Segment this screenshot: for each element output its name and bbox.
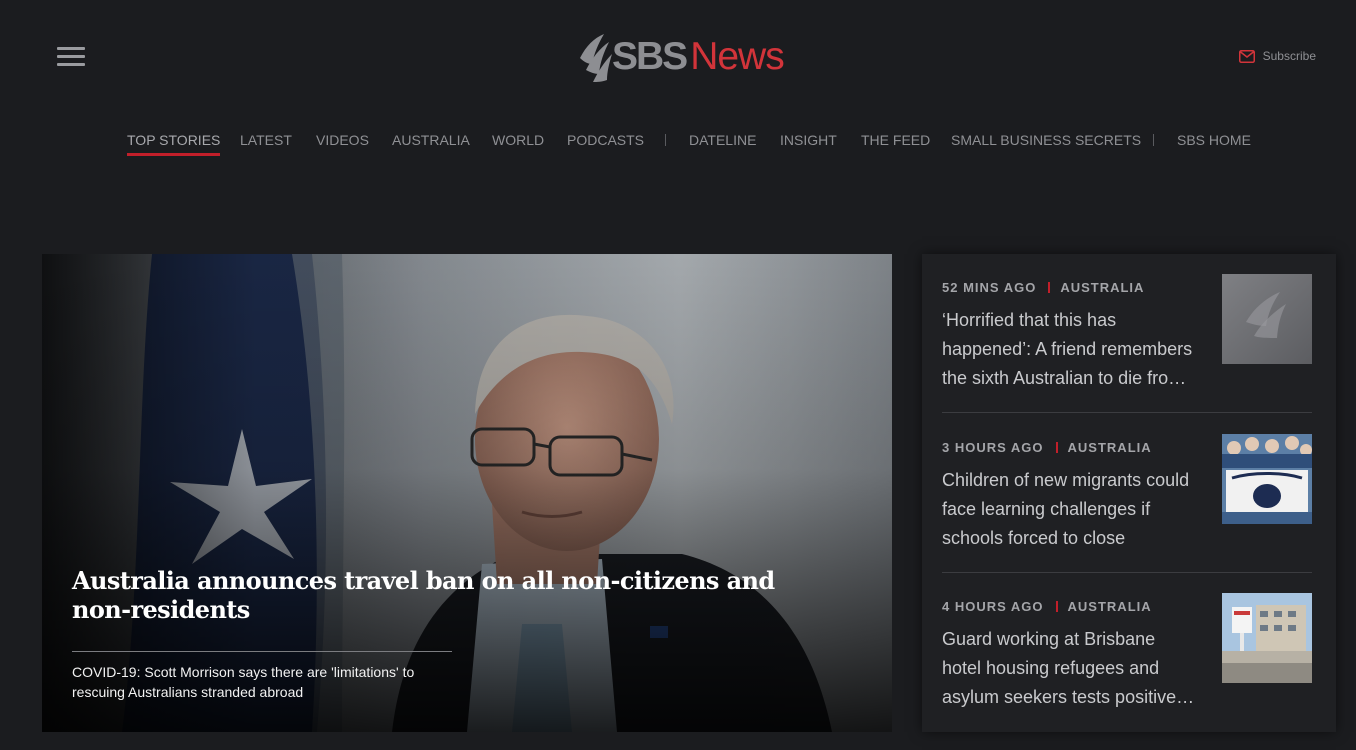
story-meta: 3 HOURS AGO AUSTRALIA bbox=[942, 440, 1152, 455]
sidebar-story[interactable]: 4 HOURS AGO AUSTRALIA Guard working at B… bbox=[942, 573, 1312, 713]
nav-podcasts[interactable]: PODCASTS bbox=[567, 132, 644, 148]
subscribe-link[interactable]: Subscribe bbox=[1238, 49, 1316, 63]
nav-divider bbox=[665, 134, 666, 146]
sidebar-story[interactable]: 52 MINS AGO AUSTRALIA ‘Horrified that th… bbox=[942, 254, 1312, 394]
subscribe-label: Subscribe bbox=[1262, 49, 1316, 63]
meta-divider bbox=[1048, 282, 1051, 293]
brand-sbs: SBS bbox=[612, 35, 688, 78]
story-divider bbox=[942, 412, 1312, 413]
story-time: 52 MINS AGO bbox=[942, 280, 1037, 295]
story-category[interactable]: AUSTRALIA bbox=[1060, 280, 1144, 295]
nav-small-business-secrets[interactable]: SMALL BUSINESS SECRETS bbox=[951, 132, 1141, 148]
story-thumbnail bbox=[1222, 434, 1312, 524]
hero-divider bbox=[72, 651, 452, 652]
story-thumbnail bbox=[1222, 274, 1312, 364]
story-time: 3 HOURS AGO bbox=[942, 440, 1044, 455]
story-category[interactable]: AUSTRALIA bbox=[1068, 599, 1152, 614]
sbs-news-logo[interactable]: SBS News bbox=[578, 30, 785, 84]
nav-dateline[interactable]: DATELINE bbox=[689, 132, 756, 148]
sidebar-story[interactable]: 3 HOURS AGO AUSTRALIA Children of new mi… bbox=[942, 414, 1312, 554]
brand-news: News bbox=[690, 35, 785, 78]
mail-icon bbox=[1238, 49, 1255, 63]
menu-line bbox=[57, 55, 85, 58]
menu-line bbox=[57, 47, 85, 50]
menu-line bbox=[57, 63, 85, 66]
nav-world[interactable]: WORLD bbox=[492, 132, 544, 148]
meta-divider bbox=[1055, 442, 1058, 453]
meta-divider bbox=[1055, 601, 1058, 612]
nav-top-stories[interactable]: TOP STORIES bbox=[127, 132, 221, 156]
hero-story[interactable]: Australia announces travel ban on all no… bbox=[42, 254, 892, 732]
story-category[interactable]: AUSTRALIA bbox=[1068, 440, 1152, 455]
hero-headline[interactable]: Australia announces travel ban on all no… bbox=[72, 566, 832, 624]
story-title[interactable]: ‘Horrified that this has happened’: A fr… bbox=[942, 306, 1198, 393]
story-thumbnail bbox=[1222, 593, 1312, 683]
story-meta: 4 HOURS AGO AUSTRALIA bbox=[942, 599, 1152, 614]
story-meta: 52 MINS AGO AUSTRALIA bbox=[942, 280, 1144, 295]
story-title[interactable]: Children of new migrants could face lear… bbox=[942, 466, 1198, 553]
top-stories-sidebar: 52 MINS AGO AUSTRALIA ‘Horrified that th… bbox=[922, 254, 1336, 732]
nav-sbs-home[interactable]: SBS HOME bbox=[1177, 132, 1251, 148]
nav-the-feed[interactable]: THE FEED bbox=[861, 132, 930, 148]
sbs-mercator-logo-icon bbox=[580, 34, 612, 82]
story-title[interactable]: Guard working at Brisbane hotel housing … bbox=[942, 625, 1198, 712]
hero-subheadline-link[interactable]: COVID-19: Scott Morrison says there are … bbox=[72, 662, 442, 702]
nav-latest[interactable]: LATEST bbox=[240, 132, 292, 148]
nav-divider bbox=[1153, 134, 1154, 146]
hamburger-icon[interactable] bbox=[57, 47, 85, 67]
nav-australia[interactable]: AUSTRALIA bbox=[392, 132, 470, 148]
nav-videos[interactable]: VIDEOS bbox=[316, 132, 369, 148]
story-time: 4 HOURS AGO bbox=[942, 599, 1044, 614]
nav-insight[interactable]: INSIGHT bbox=[780, 132, 837, 148]
hero-image bbox=[42, 254, 892, 732]
